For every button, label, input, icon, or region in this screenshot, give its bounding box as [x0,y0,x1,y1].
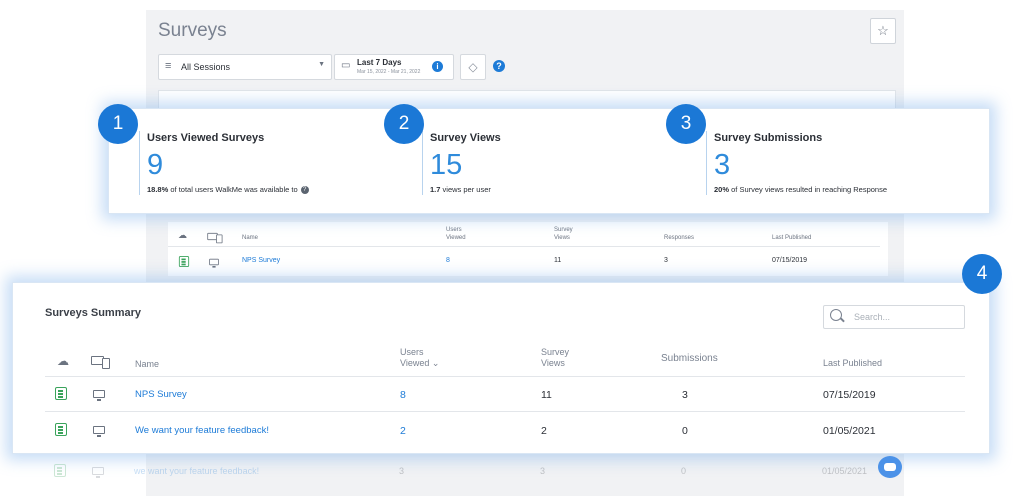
info-icon[interactable]: i [432,61,443,72]
callout-badge-2: 2 [384,104,424,144]
header-name[interactable]: Name [135,359,159,370]
faded-row-users: 3 [399,466,405,476]
bg-row-users[interactable]: 8 [446,257,450,264]
favorite-button[interactable]: ☆ [870,18,896,44]
cloud-icon: ☁ [178,230,187,240]
bg-header-responses: Responses [664,235,695,241]
section-title: Surveys Summary [45,307,141,319]
kpi-label: Survey Views [430,132,501,144]
chat-icon[interactable] [878,456,902,478]
kpi-value: 9 [147,149,164,181]
divider [422,131,423,195]
devices-icon [207,232,223,244]
search-box[interactable] [823,305,965,329]
submissions-value: 0 [682,425,688,437]
bg-header-published: Last Published [772,235,812,241]
survey-icon [55,423,67,436]
faded-row-name: we want your feature feedback! [134,466,260,476]
desktop-icon [92,467,104,478]
bg-row-name[interactable]: NPS Survey [242,257,280,264]
surveys-summary-panel: Surveys Summary ☁ Name Users Viewed ⌄ Su… [12,282,990,454]
survey-name-link[interactable]: NPS Survey [135,389,187,400]
divider [45,411,965,412]
search-input[interactable] [852,309,960,325]
filter-icon: ≡ [165,60,172,72]
calendar-icon: ▭ [341,60,351,71]
header-last-published[interactable]: Last Published [823,358,882,369]
faded-table-row: we want your feature feedback! 3 3 0 01/… [40,460,930,480]
page-title: Surveys [158,20,227,41]
kpi-label: Users Viewed Surveys [147,132,265,144]
help-icon[interactable]: ? [493,60,505,72]
survey-views-value: 2 [541,425,547,437]
divider [706,131,707,195]
bg-header-views: Survey Views [554,227,573,241]
divider [139,131,140,195]
survey-views-value: 11 [541,389,552,401]
bg-header-name: Name [242,235,259,241]
cloud-icon: ☁ [57,354,69,368]
header-users-viewed[interactable]: Users Viewed ⌄ [400,347,440,369]
desktop-icon [93,390,105,401]
date-range-picker[interactable]: ▭ Last 7 Days Mar 15, 2022 - Mar 21, 202… [334,54,454,80]
callout-badge-1: 1 [98,104,138,144]
bg-header-users: Users Viewed [446,227,466,241]
help-icon[interactable]: ? [300,186,309,195]
users-viewed-link[interactable]: 2 [400,425,406,437]
header-submissions[interactable]: Submissions [661,353,718,364]
survey-icon [178,255,190,268]
kpi-description: 1.7 views per user [430,185,491,194]
tag-icon: ◇ [468,60,478,74]
divider [168,246,880,247]
divider [45,376,965,377]
kpi-description: 18.8% of total users WalkMe was availabl… [147,185,309,195]
faded-row-submissions: 0 [681,466,687,476]
desktop-icon [93,426,105,437]
sessions-value: All Sessions [181,62,231,72]
devices-icon [91,356,110,369]
desktop-icon [209,258,219,268]
bg-row-published: 07/15/2019 [772,257,808,264]
users-viewed-link[interactable]: 8 [400,389,406,401]
date-range-label: Last 7 Days [357,58,402,67]
date-range-sub: Mar 15, 2022 - Mar 21, 2022 [357,69,421,75]
survey-icon [55,387,67,400]
kpi-panel: Users Viewed Surveys 9 18.8% of total us… [108,108,990,214]
bg-row-views: 11 [554,257,562,264]
callout-badge-4: 4 [962,254,1002,294]
survey-name-link[interactable]: We want your feature feedback! [135,425,269,436]
star-icon: ☆ [877,23,889,38]
faded-row-published: 01/05/2021 [822,466,868,476]
tag-button[interactable]: ◇ [460,54,486,80]
background-table: ☁ Name Users Viewed Survey Views Respons… [168,222,888,276]
kpi-value: 15 [430,149,463,181]
sessions-dropdown[interactable]: ≡ All Sessions ▼ [158,54,332,80]
search-icon [830,309,842,321]
survey-icon [54,464,66,477]
submissions-value: 3 [682,389,688,401]
last-published-value: 01/05/2021 [823,425,876,437]
header-survey-views[interactable]: Survey Views [541,347,581,369]
sort-chevron-icon: ⌄ [431,358,440,368]
chevron-down-icon: ▼ [318,61,325,68]
kpi-label: Survey Submissions [714,132,823,144]
last-published-value: 07/15/2019 [823,389,876,401]
bg-row-responses: 3 [664,257,668,264]
callout-badge-3: 3 [666,104,706,144]
faded-row-views: 3 [540,466,546,476]
kpi-description: 20% of Survey views resulted in reaching… [714,185,888,194]
kpi-value: 3 [714,149,731,181]
